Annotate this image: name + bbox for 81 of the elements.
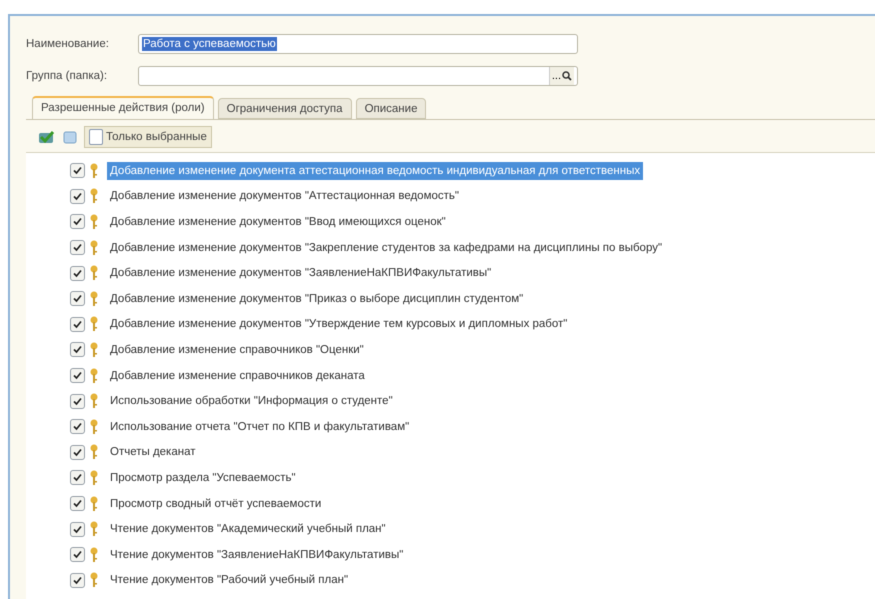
checkbox[interactable] — [70, 470, 85, 486]
check-icon — [73, 473, 82, 482]
checkbox[interactable] — [70, 368, 85, 384]
name-label: Наименование: — [26, 38, 110, 50]
role-item[interactable]: Добавление изменение документов "Ввод имеющихся оценок" — [107, 212, 449, 231]
group-field[interactable]: ... — [138, 66, 578, 86]
key-icon — [90, 188, 98, 204]
key-icon — [90, 546, 98, 563]
tab[interactable]: Ограничения доступа — [218, 98, 352, 119]
checkbox[interactable] — [70, 163, 85, 178]
role-item[interactable]: Добавление изменение документов "Закрепление студентов за кафедрами на дисциплины по выбору" — [107, 238, 666, 257]
role-item[interactable]: Добавление изменение документов "Утверждение тем курсовых и дипломных работ" — [107, 315, 570, 334]
tab[interactable]: Разрешенные действия (роли) — [32, 96, 214, 119]
key-icon — [90, 393, 98, 410]
check-icon — [73, 243, 82, 252]
check-icon — [73, 320, 82, 329]
role-item[interactable]: Добавление изменение документов "Приказ о выборе дисциплин студентом" — [107, 290, 526, 308]
role-item[interactable]: Добавление изменение документов "Аттестационная ведомость" — [107, 187, 462, 206]
search-icon — [562, 71, 572, 81]
key-icon — [90, 368, 98, 384]
group-label: Группа (папка): — [26, 70, 108, 82]
key-icon — [90, 572, 98, 588]
checkbox[interactable] — [70, 266, 85, 281]
check-icon — [73, 524, 82, 534]
uncheck-all-icon[interactable] — [62, 129, 78, 145]
key-icon — [90, 444, 98, 460]
checkbox[interactable] — [70, 214, 85, 230]
name-value: Работа с успеваемостью — [142, 37, 277, 51]
check-icon — [73, 396, 82, 406]
tab[interactable]: Описание — [356, 98, 426, 119]
role-item[interactable]: Просмотр раздела "Успеваемость" — [107, 468, 299, 487]
key-icon — [90, 214, 98, 230]
checkbox[interactable] — [70, 444, 85, 460]
checkbox[interactable] — [70, 547, 85, 562]
key-icon — [90, 418, 98, 435]
role-item[interactable]: Отчеты деканат — [107, 443, 198, 462]
check-icon — [73, 371, 82, 380]
check-icon — [73, 217, 82, 226]
role-item[interactable]: Чтение документов "ЗаявлениеНаКПВИФакультативы" — [107, 546, 406, 564]
checkbox[interactable] — [70, 316, 85, 332]
check-icon — [73, 550, 82, 560]
key-icon — [90, 470, 98, 486]
key-icon — [90, 240, 98, 256]
role-item[interactable]: Использование отчета "Отчет по КПВ и факультативам" — [107, 418, 412, 436]
check-icon — [73, 448, 82, 457]
role-item[interactable]: Чтение документов "Рабочий учебный план" — [107, 571, 352, 590]
role-item[interactable]: Добавление изменение документов "ЗаявлениеНаКПВИФакультативы" — [107, 264, 494, 282]
checkbox[interactable] — [70, 240, 85, 256]
check-all-icon[interactable] — [38, 129, 56, 145]
role-item[interactable]: Добавление изменение справочников деканата — [107, 366, 368, 385]
key-icon — [90, 496, 98, 512]
check-icon — [73, 268, 82, 278]
key-icon — [90, 521, 98, 538]
key-icon — [90, 290, 98, 307]
role-item[interactable]: Чтение документов "Академический учебный план" — [107, 520, 389, 538]
checkbox[interactable] — [70, 342, 85, 358]
check-icon — [73, 422, 82, 432]
checkbox[interactable] — [70, 522, 85, 537]
checkbox[interactable] — [70, 291, 85, 306]
role-item[interactable]: Использование обработки "Информация о студенте" — [107, 392, 396, 410]
check-icon — [73, 499, 82, 508]
key-icon — [90, 265, 98, 282]
check-icon — [73, 294, 82, 304]
role-item[interactable]: Просмотр сводный отчёт успеваемости — [107, 494, 324, 513]
checkbox[interactable] — [70, 496, 85, 512]
key-icon — [90, 316, 98, 332]
only-selected-button[interactable]: Только выбранные — [84, 126, 212, 148]
check-icon — [73, 166, 82, 176]
check-icon — [73, 576, 82, 585]
check-icon — [73, 345, 82, 354]
key-icon — [90, 342, 98, 358]
checkbox[interactable] — [89, 129, 103, 145]
checkbox[interactable] — [70, 572, 85, 588]
checkbox[interactable] — [70, 394, 85, 409]
name-field[interactable]: Работа с успеваемостью — [138, 34, 578, 54]
key-icon — [90, 162, 98, 179]
role-item[interactable]: Добавление изменение справочников "Оценки" — [107, 340, 367, 359]
checkbox[interactable] — [70, 419, 85, 434]
checkbox[interactable] — [70, 188, 85, 204]
select-button[interactable]: ... — [548, 67, 574, 85]
check-icon — [73, 192, 82, 201]
